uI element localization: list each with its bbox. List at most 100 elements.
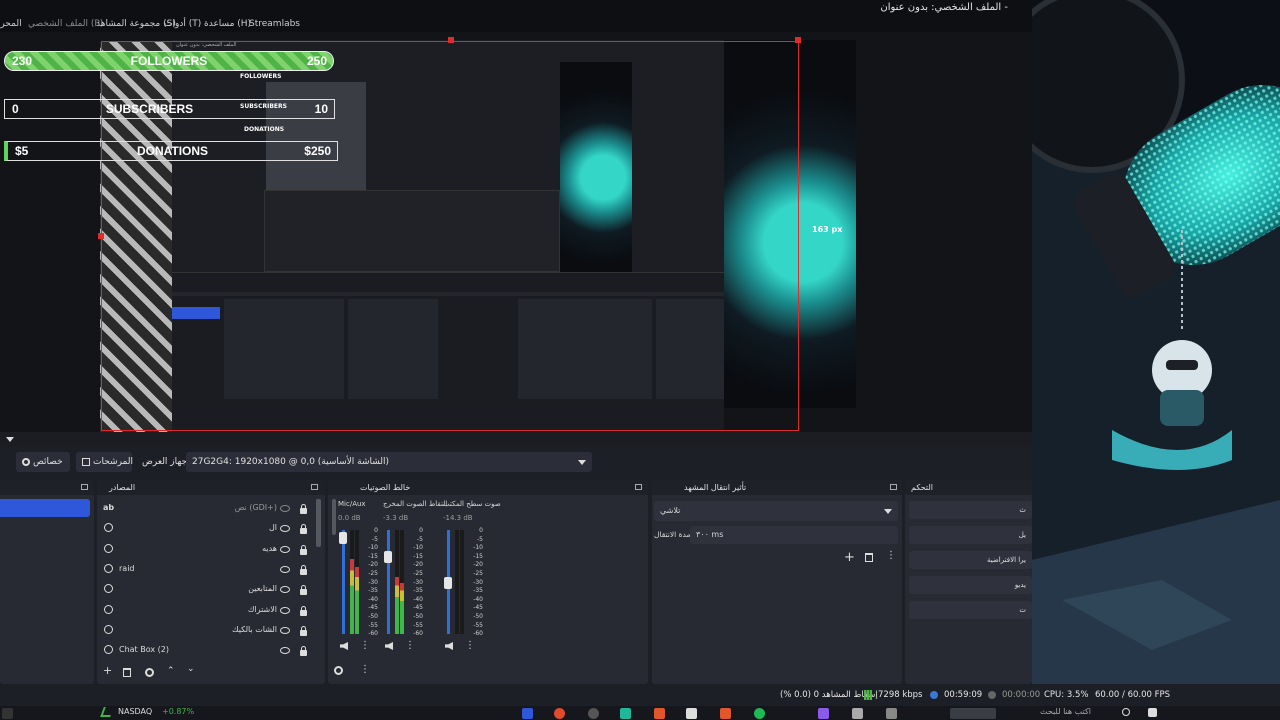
filters-button[interactable]: المرشحات — [76, 452, 133, 472]
fader-knob[interactable] — [384, 550, 392, 563]
dock-float-icon[interactable] — [890, 484, 897, 490]
source-name: نص (GDI+) — [234, 503, 277, 512]
dock-float-icon[interactable] — [635, 484, 642, 490]
lock-icon[interactable] — [300, 625, 307, 636]
fader-knob[interactable] — [444, 576, 452, 589]
db-scale-tick: -45 — [368, 604, 378, 612]
lock-icon[interactable] — [300, 564, 307, 575]
source-item[interactable]: ab نص (GDI+) — [101, 499, 311, 517]
scene-item-selected[interactable] — [0, 499, 90, 517]
app-icon-5[interactable] — [720, 708, 731, 719]
chevron-down-icon[interactable] — [6, 437, 14, 442]
source-item[interactable]: المتابعين — [101, 580, 311, 598]
menu-streamlabs[interactable]: Streamlabs — [249, 16, 300, 32]
control-button-3[interactable]: يرا الافتراضية — [909, 551, 1032, 569]
visibility-eye-icon[interactable] — [280, 586, 290, 594]
lock-icon[interactable] — [300, 524, 307, 535]
add-source-icon[interactable]: + — [103, 664, 112, 677]
add-transition-icon[interactable]: + — [844, 550, 855, 565]
menu-editor[interactable]: المحرر — [0, 16, 22, 32]
duration-input[interactable]: ٣٠٠ ms — [690, 526, 898, 544]
lock-icon[interactable] — [300, 646, 307, 657]
transition-menu-icon[interactable]: ⋮ — [886, 550, 896, 561]
db-scale: 0 -5 -10 -15 -20 -25 -30 -35 -40 -45 -50 -55 -60 — [467, 527, 483, 639]
move-up-icon[interactable]: ⌃ — [167, 666, 175, 676]
duration-label: مدة الانتقال — [654, 530, 691, 539]
search-icon[interactable] — [1122, 708, 1130, 716]
visibility-eye-icon[interactable] — [280, 647, 290, 655]
visibility-eye-icon[interactable] — [280, 626, 290, 634]
mixer-scrollbar[interactable] — [332, 499, 336, 535]
lock-icon[interactable] — [300, 585, 307, 596]
menu-tools[interactable]: أدوات (T) — [164, 16, 201, 32]
windows-icon[interactable] — [2, 708, 13, 719]
source-item[interactable]: raid — [101, 560, 311, 578]
app-icon-2[interactable] — [620, 708, 631, 719]
control-button-4[interactable]: يديو — [909, 576, 1032, 594]
stream-time: 00:59:09 — [944, 690, 983, 700]
channel-menu-icon[interactable]: ⋮ — [465, 640, 475, 651]
trash-icon[interactable] — [865, 553, 873, 562]
db-scale-tick: -45 — [413, 604, 423, 612]
menu-help[interactable]: مساعدة (H) — [204, 16, 251, 32]
trash-icon[interactable] — [123, 668, 131, 677]
source-item[interactable]: ال — [101, 519, 311, 537]
preview-canvas[interactable]: الملف الشخصي: بدون عنوان FOLLOWERS SUBSC… — [0, 32, 1032, 432]
resize-handle-top-right[interactable] — [795, 37, 801, 43]
visibility-eye-icon[interactable] — [280, 606, 290, 614]
menu-profile[interactable]: الملف الشخصي (P) — [28, 16, 103, 32]
mixer-settings-icon[interactable] — [334, 666, 343, 675]
source-item[interactable]: الشات بالكيك — [101, 621, 311, 639]
dock-float-icon[interactable] — [81, 484, 88, 490]
control-button-2[interactable]: يل — [909, 526, 1032, 544]
app-icon-3[interactable] — [654, 708, 665, 719]
chrome-icon[interactable] — [554, 708, 565, 719]
gear-icon[interactable] — [145, 668, 154, 677]
speaker-icon[interactable] — [340, 642, 348, 650]
search-hint[interactable]: اكتب هنا للبحث — [1040, 707, 1091, 716]
move-down-icon[interactable]: ⌄ — [187, 664, 195, 674]
source-item[interactable]: Chat Box (2) — [101, 641, 311, 659]
resize-handle-left[interactable] — [98, 233, 104, 239]
mixer-menu-icon[interactable]: ⋮ — [360, 664, 370, 675]
source-item[interactable]: الاشتراك — [101, 601, 311, 619]
lock-icon[interactable] — [300, 544, 307, 555]
visibility-eye-icon[interactable] — [280, 565, 290, 573]
donations-bar: $5 DONATIONS $250 — [4, 141, 338, 161]
device-select[interactable]: 27G2G4: 1920x1080 @ 0,0 (الشاشة الأساسية… — [186, 452, 592, 472]
search-thumb[interactable] — [950, 708, 996, 719]
spotify-icon[interactable] — [754, 708, 765, 719]
app-icon-6[interactable] — [818, 708, 829, 719]
channel-menu-icon[interactable]: ⋮ — [405, 640, 415, 651]
speaker-icon[interactable] — [445, 642, 453, 650]
volume-fader[interactable] — [342, 530, 345, 634]
channel-menu-icon[interactable]: ⋮ — [360, 640, 370, 651]
level-meter — [350, 530, 354, 634]
lock-icon[interactable] — [300, 605, 307, 616]
volume-fader[interactable] — [387, 530, 390, 634]
visibility-eye-icon[interactable] — [280, 545, 290, 553]
start-icon[interactable] — [1148, 708, 1157, 717]
app-icon-1[interactable] — [522, 708, 533, 719]
source-item[interactable]: هديه — [101, 540, 311, 558]
speaker-icon[interactable] — [385, 642, 393, 650]
obs-icon[interactable] — [588, 708, 599, 719]
menu-bar: المحرر الملف الشخصي (P) مجموعة المشاهد (… — [0, 16, 1032, 32]
filters-label: المرشحات — [93, 457, 133, 467]
visibility-eye-icon[interactable] — [280, 525, 290, 533]
sources-scrollbar[interactable] — [316, 499, 321, 547]
visibility-eye-icon[interactable] — [280, 505, 290, 512]
resize-handle-top[interactable] — [448, 37, 454, 43]
app-icon-8[interactable] — [886, 708, 897, 719]
dock-float-icon[interactable] — [311, 484, 318, 490]
control-button-1[interactable]: ث — [909, 501, 1032, 519]
transition-select[interactable]: تلاشي — [654, 501, 898, 521]
properties-button[interactable]: خصائص — [16, 452, 70, 472]
app-icon-4[interactable] — [686, 708, 697, 719]
lock-icon[interactable] — [300, 504, 307, 514]
ticker-name[interactable]: NASDAQ — [118, 707, 152, 716]
control-button-5[interactable]: ت — [909, 601, 1032, 619]
fader-knob[interactable] — [339, 532, 347, 545]
db-scale-tick: -35 — [413, 587, 423, 595]
app-icon-7[interactable] — [852, 708, 863, 719]
